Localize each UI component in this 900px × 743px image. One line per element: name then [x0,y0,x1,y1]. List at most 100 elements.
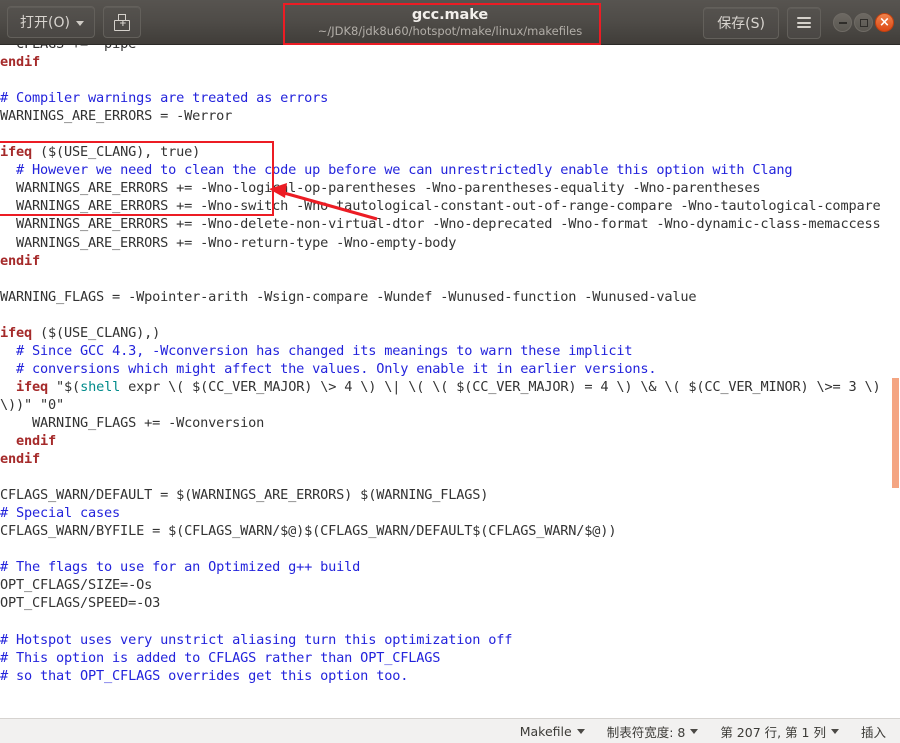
filetype-selector[interactable]: Makefile [520,724,585,739]
code-token: # Hotspot uses very unstrict aliasing tu… [0,631,513,648]
code-line: # conversions which might affect the val… [0,360,894,378]
code-token: CFLAGS_WARN/DEFAULT = $(WARNINGS_ARE_ERR… [0,487,489,504]
code-token: CFLAGS += -pipe [0,45,136,52]
code-line: endif [0,450,894,468]
minimize-button[interactable] [833,13,852,32]
open-button[interactable]: 打开(O) [7,6,95,38]
scrollbar-thumb[interactable] [892,378,899,488]
code-token: CFLAGS_WARN/BYFILE = $(CFLAGS_WARN/$@)$(… [0,523,617,540]
code-line: WARNINGS_ARE_ERRORS += -Wno-logical-op-p… [0,179,894,197]
code-token: endif [0,451,41,468]
code-token: # Special cases [0,505,121,522]
code-token: # so that OPT_CFLAGS overrides get this … [0,667,409,684]
status-bar: Makefile 制表符宽度: 8 第 207 行, 第 1 列 插入 [0,718,900,743]
code-line: ​ [0,125,894,143]
code-token: "$( [48,378,81,395]
chevron-down-icon [75,20,84,26]
cursor-position-label: 第 207 行, 第 1 列 [720,724,826,740]
code-token: ($(USE_CLANG), true) [32,144,201,161]
gedit-window: 打开(O) + gcc.make ~/JDK8/jdk8u60/hotspot/… [0,0,900,743]
titlebar-left-controls: 打开(O) + [7,6,141,38]
code-line: ifeq ($(USE_CLANG),) [0,324,894,342]
code-line: ​ [0,613,894,631]
code-token: # conversions which might affect the val… [0,360,657,377]
code-token: # The flags to use for an Optimized g++ … [0,559,361,576]
insert-mode-indicator[interactable]: 插入 [861,722,886,741]
code-line: OPT_CFLAGS/SPEED=-O3 [0,594,894,612]
titlebar-right-controls: 保存(S) × [703,0,894,45]
code-token: shell [80,378,121,395]
code-line: CFLAGS += -pipe [0,45,894,53]
filetype-label: Makefile [519,723,572,739]
code-line: # Hotspot uses very unstrict aliasing tu… [0,631,894,649]
code-line: # Compiler warnings are treated as error… [0,89,894,107]
maximize-icon [859,18,868,27]
code-line: WARNINGS_ARE_ERRORS += -Wno-delete-non-v… [0,215,894,233]
code-line: WARNING_FLAGS += -Wconversion [0,414,894,432]
code-line: ​ [0,71,894,89]
maximize-button[interactable] [854,13,873,32]
code-token: WARNINGS_ARE_ERRORS += -Wno-return-type … [0,234,457,251]
hamburger-menu-icon [797,17,811,28]
code-token: ifeq [0,324,33,341]
code-token: endif [0,433,57,450]
code-token: endif [0,252,41,269]
code-token: OPT_CFLAGS/SPEED=-O3 [0,595,161,612]
code-token: # Compiler warnings are treated as error… [0,90,329,107]
code-token: endif [0,54,41,71]
code-token: # This option is added to CFLAGS rather … [0,649,441,666]
code-token: # However we need to clean the code up b… [0,162,793,179]
tab-width-label: 制表符宽度: 8 [606,724,686,740]
code-line: ​ [0,306,894,324]
code-line: WARNINGS_ARE_ERRORS = -Werror [0,107,894,125]
code-line: # The flags to use for an Optimized g++ … [0,558,894,576]
code-token: WARNINGS_ARE_ERRORS = -Werror [0,108,233,125]
window-subtitle-path: ~/JDK8/jdk8u60/hotspot/make/linux/makefi… [317,24,583,38]
code-token: WARNINGS_ARE_ERRORS += -Wno-delete-non-v… [0,216,881,233]
code-token: ifeq [0,378,49,395]
code-token: # Since GCC 4.3, -Wconversion has change… [0,342,633,359]
chevron-down-icon [690,728,699,734]
code-token: OPT_CFLAGS/SIZE=-Os [0,577,153,594]
close-icon: × [879,15,890,30]
window-title: gcc.make [411,7,489,23]
code-line: # Since GCC 4.3, -Wconversion has change… [0,342,894,360]
code-line: ​ [0,270,894,288]
code-line: CFLAGS_WARN/BYFILE = $(CFLAGS_WARN/$@)$(… [0,522,894,540]
code-line: OPT_CFLAGS/SIZE=-Os [0,576,894,594]
cursor-position-selector[interactable]: 第 207 行, 第 1 列 [720,722,839,741]
minimize-icon [838,21,847,24]
code-token: WARNING_FLAGS += -Wconversion [0,414,265,431]
code-line: # Special cases [0,504,894,522]
tab-width-selector[interactable]: 制表符宽度: 8 [607,722,699,741]
chevron-down-icon [576,728,585,734]
code-token: WARNINGS_ARE_ERRORS += -Wno-switch -Wno-… [0,198,881,215]
code-line: # However we need to clean the code up b… [0,161,894,179]
code-line: ​ [0,540,894,558]
save-as-button[interactable]: + [102,6,141,38]
code-line: endif [0,53,894,71]
code-token: expr \( $(CC_VER_MAJOR) \> 4 \) \| \( \(… [0,378,889,413]
window-controls: × [833,13,894,32]
code-token: ($(USE_CLANG),) [32,324,161,341]
code-line: ​ [0,468,894,486]
text-editor-area[interactable]: CFLAGS += -pipeendif​# Compiler warnings… [0,45,900,718]
close-button[interactable]: × [875,13,894,32]
save-button[interactable]: 保存(S) [703,6,779,39]
title-bar: 打开(O) + gcc.make ~/JDK8/jdk8u60/hotspot/… [0,0,900,45]
code-token: ifeq [0,144,33,161]
code-line: WARNINGS_ARE_ERRORS += -Wno-return-type … [0,234,894,252]
open-button-label: 打开(O) [20,15,70,31]
chevron-down-icon [830,728,839,734]
code-line: WARNING_FLAGS = -Wpointer-arith -Wsign-c… [0,288,894,306]
code-line: CFLAGS_WARN/DEFAULT = $(WARNINGS_ARE_ERR… [0,486,894,504]
source-code-text[interactable]: CFLAGS += -pipeendif​# Compiler warnings… [0,45,894,685]
code-line: ifeq "$(shell expr \( $(CC_VER_MAJOR) \>… [0,378,894,414]
code-line: WARNINGS_ARE_ERRORS += -Wno-switch -Wno-… [0,197,894,215]
code-line: # This option is added to CFLAGS rather … [0,649,894,667]
code-token: WARNINGS_ARE_ERRORS += -Wno-logical-op-p… [0,180,761,197]
code-token: WARNING_FLAGS = -Wpointer-arith -Wsign-c… [0,288,697,305]
code-line: endif [0,252,894,270]
main-menu-button[interactable] [787,6,821,39]
vertical-scrollbar[interactable] [890,45,900,718]
